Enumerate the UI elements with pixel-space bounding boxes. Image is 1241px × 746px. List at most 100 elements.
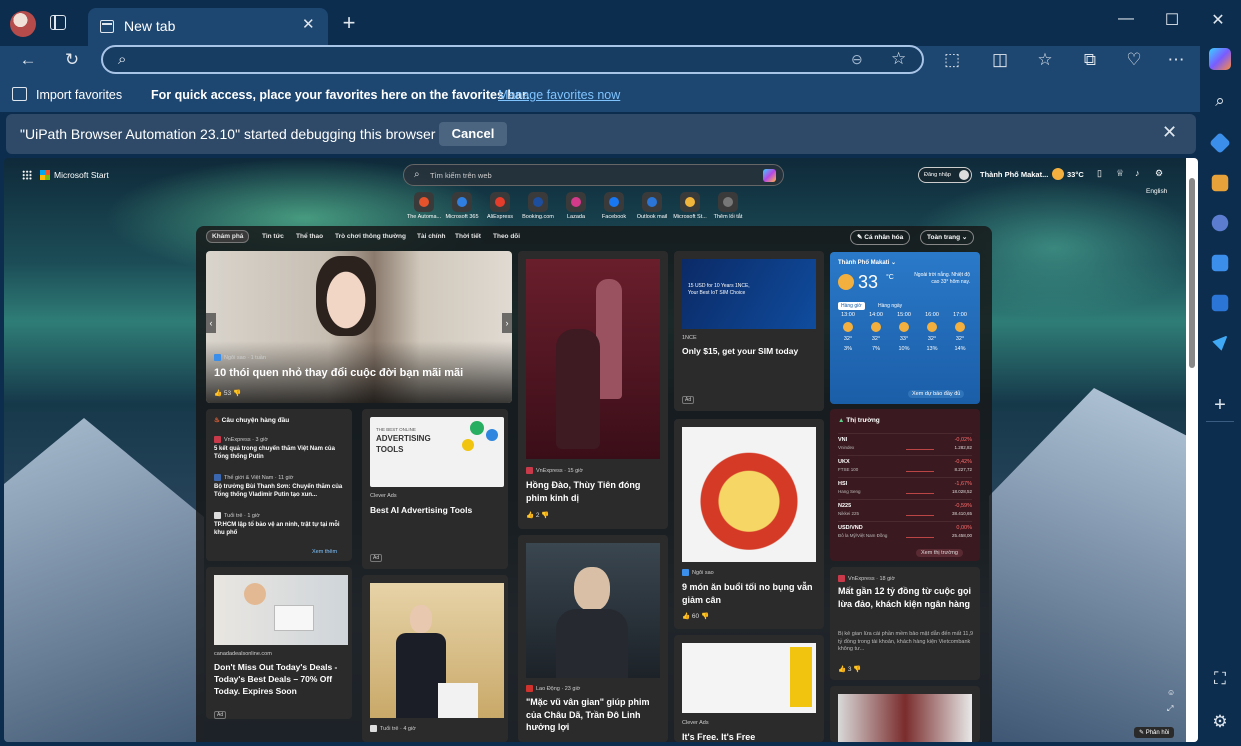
tab-discover[interactable]: Khám phá bbox=[206, 230, 250, 243]
games-icon[interactable] bbox=[1211, 214, 1229, 232]
screenshot-icon[interactable]: ⛶ bbox=[1209, 668, 1231, 690]
app-launcher-icon[interactable] bbox=[22, 170, 32, 180]
back-icon[interactable]: ← bbox=[17, 49, 39, 71]
quick-link-7[interactable]: Microsoft St... bbox=[670, 192, 710, 220]
story-2-title[interactable]: Bộ trưởng Bùi Thanh Sơn: Chuyến thăm của… bbox=[214, 483, 348, 500]
cancel-button[interactable]: Cancel bbox=[439, 122, 507, 146]
actress-title[interactable]: Hồng Đào, Thùy Tiên đóng phim kinh dị bbox=[526, 479, 662, 504]
new-tab-button[interactable]: + bbox=[338, 10, 360, 36]
ms-start-brand[interactable]: Microsoft Start bbox=[54, 170, 109, 180]
language-label[interactable]: English bbox=[1146, 188, 1167, 195]
quick-link-0[interactable]: The Automa... bbox=[404, 192, 444, 220]
quick-link-3[interactable]: Booking.com bbox=[518, 192, 558, 220]
weather-card[interactable]: Thành Phố Makati ⌄ 33 °C Ngoài trời nắng… bbox=[830, 252, 980, 404]
market-row[interactable]: USD/VND Đô la Mỹ/Việt Nam Đồng 0,00% 25.458… bbox=[838, 521, 972, 542]
microsoft365-icon[interactable] bbox=[1211, 254, 1229, 272]
scam-likes[interactable]: 👍 3 👎 bbox=[838, 665, 861, 673]
add-sidebar-app-icon[interactable]: + bbox=[1209, 394, 1231, 416]
sim-ad-card[interactable]: 15 USD for 10 Years 1NCE, Your Best IoT … bbox=[674, 251, 824, 411]
quick-link-1[interactable]: Microsoft 365 bbox=[442, 192, 482, 220]
copilot-search-icon[interactable] bbox=[763, 169, 776, 182]
sidebar-settings-icon[interactable]: ⚙ bbox=[1209, 711, 1231, 733]
deals-card[interactable]: canadadealsonline.com Don't Miss Out Tod… bbox=[206, 567, 352, 719]
quick-link-6[interactable]: Outlook mail bbox=[632, 192, 672, 220]
maximize-button[interactable]: ☐ bbox=[1160, 10, 1184, 30]
profile-avatar[interactable] bbox=[10, 11, 36, 37]
view-market-button[interactable]: Xem thị trường bbox=[916, 549, 963, 557]
putin-card[interactable]: Tuổi trẻ · 4 giờ bbox=[362, 575, 508, 742]
market-row[interactable]: N225 Nikkei 225 -0,59% 38.410,65 bbox=[838, 499, 972, 520]
split-screen-icon[interactable]: ◫ bbox=[989, 49, 1011, 71]
location-label[interactable]: Thành Phố Makat... bbox=[980, 170, 1048, 179]
full-forecast-button[interactable]: Xem dự báo đầy đủ bbox=[908, 390, 965, 398]
story-3-title[interactable]: TP.HCM lập tổ bảo vệ an ninh, trật tự tạ… bbox=[214, 521, 348, 538]
page-scrollbar[interactable] bbox=[1186, 158, 1198, 742]
prev-slide-button[interactable]: ‹ bbox=[206, 313, 216, 333]
personalize-button[interactable]: ✎ Cá nhân hóa bbox=[850, 230, 911, 245]
actress-card[interactable]: VnExpress · 15 giờ Hồng Đào, Thùy Tiên đ… bbox=[518, 251, 668, 529]
story-1-title[interactable]: 5 kết quả trong chuyến thăm Việt Nam của… bbox=[214, 445, 348, 462]
clever-ads-2-title[interactable]: It's Free. It's Free bbox=[682, 731, 755, 742]
top-stories-more-link[interactable]: Xem thêm bbox=[312, 549, 337, 555]
food-likes[interactable]: 👍 60 👎 bbox=[682, 612, 709, 620]
web-search-box[interactable]: ⌕ Tìm kiếm trên web bbox=[403, 164, 784, 186]
hero-title[interactable]: 10 thói quen nhỏ thay đổi cuộc đời bạn m… bbox=[214, 366, 463, 381]
food-card[interactable]: Ngôi sao 9 món ăn buổi tối no bụng vẫn g… bbox=[674, 419, 824, 629]
notifications-icon[interactable]: ♪ bbox=[1135, 168, 1140, 178]
hero-card[interactable]: ‹ › Ngôi sao · 1 tuần 10 thói quen nhỏ t… bbox=[206, 251, 512, 403]
actress-likes[interactable]: 👍 2 👎 bbox=[526, 511, 549, 519]
tab-finance[interactable]: Tài chính bbox=[417, 233, 446, 240]
expand-icon[interactable]: ⤢ bbox=[1167, 704, 1173, 714]
tools-icon[interactable] bbox=[1211, 174, 1229, 192]
more-menu-icon[interactable]: ⋯ bbox=[1165, 49, 1187, 71]
tab-following[interactable]: Theo dõi bbox=[493, 233, 520, 240]
collections-icon[interactable]: ⧉ bbox=[1079, 49, 1101, 71]
rewards-icon[interactable]: ♕ bbox=[1116, 168, 1124, 179]
favorite-star-icon[interactable]: ☆ bbox=[891, 49, 906, 69]
manage-favorites-link[interactable]: Manage favorites now bbox=[498, 88, 620, 102]
deals-title[interactable]: Don't Miss Out Today's Deals - Today's B… bbox=[214, 662, 350, 698]
sign-in-button[interactable]: Đăng nhập bbox=[918, 167, 972, 183]
clever-ads-card-2[interactable]: Clever Ads It's Free. It's Free bbox=[674, 635, 824, 742]
shopping-tag-icon[interactable] bbox=[1209, 132, 1231, 154]
mobile-icon[interactable]: ▯ bbox=[1097, 168, 1102, 179]
page-settings-icon[interactable]: ⚙ bbox=[1155, 168, 1163, 179]
tab-close-icon[interactable]: ✕ bbox=[302, 15, 315, 33]
market-row[interactable]: HSI Hang Seng -1,67% 18.028,52 bbox=[838, 477, 972, 498]
outlook-icon[interactable] bbox=[1211, 294, 1229, 312]
favorites-icon[interactable]: ☆ bbox=[1034, 49, 1056, 71]
weather-city[interactable]: Thành Phố Makati ⌄ bbox=[838, 259, 896, 266]
drama-title[interactable]: "Mặc vũ vân gian" giúp phim của Châu Dã,… bbox=[526, 696, 664, 734]
quick-link-4[interactable]: Lazada bbox=[556, 192, 596, 220]
ad-tools-title[interactable]: Best AI Advertising Tools bbox=[370, 505, 472, 517]
drama-card[interactable]: Lao Động · 23 giờ "Mặc vũ vân gian" giúp… bbox=[518, 535, 668, 742]
feedback-button[interactable]: ✎ Phản hồi bbox=[1134, 727, 1175, 738]
refresh-icon[interactable]: ↻ bbox=[61, 49, 83, 71]
minimize-button[interactable]: — bbox=[1114, 10, 1138, 28]
copilot-icon[interactable] bbox=[1209, 48, 1231, 70]
address-bar[interactable]: ⌕ ⊖ ☆ bbox=[101, 45, 924, 74]
sports-card[interactable] bbox=[830, 686, 980, 742]
weather-tab-hourly[interactable]: Hàng giờ bbox=[838, 302, 865, 310]
zoom-icon[interactable]: ⊖ bbox=[851, 51, 863, 68]
market-row[interactable]: VNI Vnindex -0,02% 1.282,82 bbox=[838, 433, 972, 454]
tab-news[interactable]: Tin tức bbox=[262, 233, 284, 240]
tab-weather[interactable]: Thời tiết bbox=[455, 233, 481, 240]
layout-dropdown[interactable]: Toàn trang ⌄ bbox=[920, 230, 975, 245]
sim-ad-title[interactable]: Only $15, get your SIM today bbox=[682, 346, 798, 358]
close-window-button[interactable]: ✕ bbox=[1206, 10, 1230, 30]
hero-likes[interactable]: 👍 53 👎 bbox=[214, 389, 241, 397]
extensions-icon[interactable]: ⬚ bbox=[941, 49, 963, 71]
send-icon[interactable] bbox=[1212, 335, 1228, 351]
import-favorites-button[interactable]: Import favorites bbox=[36, 88, 122, 102]
quick-link-5[interactable]: Facebook bbox=[594, 192, 634, 220]
browser-essentials-icon[interactable]: ♡ bbox=[1123, 49, 1145, 71]
food-title[interactable]: 9 món ăn buổi tối no bụng vẫn giảm cân bbox=[682, 581, 818, 606]
scam-news-card[interactable]: VnExpress · 18 giờ Mất gần 12 tỷ đồng từ… bbox=[830, 567, 980, 680]
next-slide-button[interactable]: › bbox=[502, 313, 512, 333]
market-row[interactable]: UKX FTSE 100 -0,42% 8.227,72 bbox=[838, 455, 972, 476]
scam-title[interactable]: Mất gần 12 tỷ đồng từ cuộc gọi lừa đảo, … bbox=[838, 585, 976, 610]
header-temperature[interactable]: 33°C bbox=[1067, 170, 1084, 179]
tab-actions-icon[interactable] bbox=[50, 15, 66, 30]
quick-link-8[interactable]: Thêm lối tắt bbox=[708, 192, 748, 220]
